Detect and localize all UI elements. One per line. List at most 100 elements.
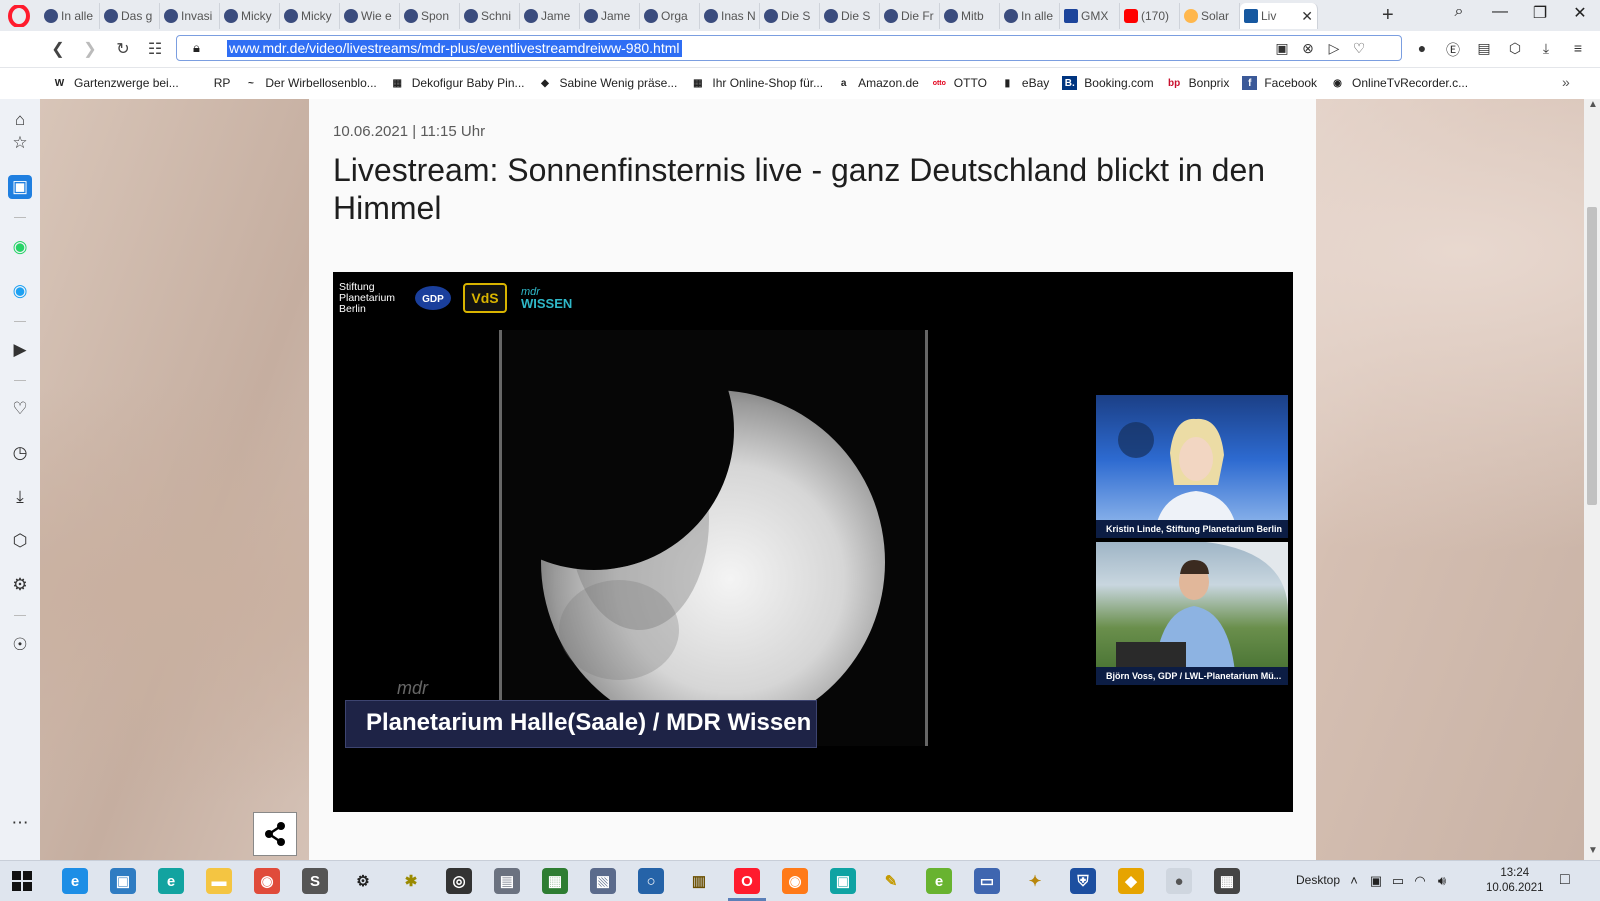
player-icon[interactable]: ▶︎ [8,338,32,362]
easy-setup-menu-icon[interactable]: ≡ [1568,40,1588,56]
address-bar[interactable]: 🔒︎ www.mdr.de/video/livestreams/mdr-plus… [176,35,1402,61]
whatsapp-icon[interactable]: ◉ [8,235,32,259]
network-app-icon[interactable]: ▦ [542,868,568,894]
tab[interactable]: In alle [1000,3,1060,29]
scroll-up-arrow-icon[interactable]: ▲ [1588,99,1598,110]
tab[interactable]: Mitb [940,3,1000,29]
settings-gear-icon[interactable]: ⚙ [350,868,376,894]
s-app-icon[interactable]: S [302,868,328,894]
bookmark-item[interactable]: ▦ Dekofigur Baby Pin... [390,76,525,90]
tab[interactable]: Jame [520,3,580,29]
tab[interactable]: Jame [580,3,640,29]
tab-active[interactable]: Liv ✕ [1240,3,1318,29]
tab-search-icon[interactable]: ⌕ [1447,3,1471,21]
tab[interactable]: (170) [1120,3,1180,29]
notification-center-icon[interactable]: □ [1560,871,1570,889]
window-app-icon[interactable]: ▤ [494,868,520,894]
lightbulb-icon[interactable]: ☉ [8,633,32,657]
disc-app-icon[interactable]: ● [1166,868,1192,894]
reload-button[interactable]: ↻ [113,39,133,59]
tab[interactable]: Die S [760,3,820,29]
bookmark-item[interactable]: otto OTTO [932,76,987,90]
notes-app-icon[interactable]: ✎ [878,868,904,894]
tab[interactable]: Spon [400,3,460,29]
chrome-icon[interactable]: ◉ [254,868,280,894]
microsoft-store-icon[interactable]: ▦ [1214,868,1240,894]
adblock-icon[interactable]: ⊗ [1299,40,1317,57]
app-window-icon[interactable]: ▣ [110,868,136,894]
tab[interactable]: In alle [40,3,100,29]
send-to-flow-icon[interactable]: ▷ [1325,40,1343,57]
page-scrollbar[interactable]: ▲ ▼ [1584,99,1600,860]
lock-icon[interactable]: 🔒︎ [193,40,200,56]
bookmark-heart-icon[interactable]: ♡ [1350,40,1368,57]
bookmark-item[interactable]: W Gartenzwerge bei... [52,76,179,90]
store-app-icon[interactable]: ▣ [830,868,856,894]
back-button[interactable]: ❮ [48,39,68,59]
tray-overflow-icon[interactable]: ˄ [1346,873,1362,888]
circle-app-icon[interactable]: ○ [638,868,664,894]
system-clock[interactable]: 13:24 10.06.2021 [1486,866,1544,896]
tab[interactable]: Micky [280,3,340,29]
home-icon[interactable]: ⌂ [8,108,32,132]
wifi-icon[interactable]: ◠ [1412,873,1428,889]
bookmark-item[interactable]: f Facebook [1242,76,1317,90]
firefox-icon[interactable]: ◉ [782,868,808,894]
bookmark-item[interactable]: B. Booking.com [1062,76,1154,90]
livestream-video-player[interactable]: Stiftung Planetarium Berlin GDP VdS mdr … [333,272,1293,812]
tab[interactable]: GMX [1060,3,1120,29]
close-window-button[interactable]: ✕ [1568,3,1592,23]
file-explorer-icon[interactable]: ▬ [206,868,232,894]
tools-app-icon[interactable]: ▧ [590,868,616,894]
vpn-app-icon[interactable]: ◆ [1118,868,1144,894]
tray-app-icon[interactable]: ▣ [1368,873,1384,889]
bookmark-item[interactable]: ▦ Ihr Online-Shop für... [690,76,823,90]
new-tab-button[interactable]: + [1382,4,1394,27]
tab[interactable]: Orga [640,3,700,29]
tab[interactable]: Solar [1180,3,1240,29]
speed-dial-grid-icon[interactable]: ☷ [145,39,165,59]
tab[interactable]: Micky [220,3,280,29]
bookmark-item[interactable]: ◆ Sabine Wenig präse... [538,76,677,90]
tab[interactable]: Wie e [340,3,400,29]
snapshot-camera-icon[interactable]: ▣ [1273,40,1291,57]
desktop-toolbar-label[interactable]: Desktop [1296,873,1340,887]
extensions-cube-icon[interactable]: ⬡ [8,529,32,553]
more-dots-icon[interactable]: ⋯ [8,811,32,835]
tab[interactable]: Invasi [160,3,220,29]
minimize-button[interactable]: — [1488,3,1512,21]
wallet-icon[interactable]: ▤ [1474,40,1494,57]
close-tab-icon[interactable]: ✕ [1301,8,1313,25]
tab[interactable]: Das g [100,3,160,29]
green-app-icon[interactable]: e [926,868,952,894]
monitor-app-icon[interactable]: ▭ [974,868,1000,894]
downloads-icon[interactable]: ⤓ [8,485,32,509]
battery-icon[interactable]: ▭ [1390,873,1406,889]
bug-app-icon[interactable]: ✱ [398,868,424,894]
opera-logo-icon[interactable] [8,5,30,27]
forward-button[interactable]: ❯ [80,39,100,59]
scrollbar-thumb[interactable] [1587,207,1597,505]
tab[interactable]: Die S [820,3,880,29]
tab[interactable]: Schni [460,3,520,29]
url-text[interactable]: www.mdr.de/video/livestreams/mdr-plus/ev… [227,40,682,57]
extension-circle-icon[interactable]: ● [1412,40,1432,56]
tab[interactable]: Inas N [700,3,760,29]
restore-button[interactable]: ❐ [1528,3,1552,23]
bookmark-item[interactable]: a Amazon.de [836,76,919,90]
settings-gear-icon[interactable]: ⚙ [8,573,32,597]
bookmark-item[interactable]: ~ Der Wirbellosenblo... [243,76,377,90]
twitter-icon[interactable]: ◉ [8,279,32,303]
share-button[interactable] [253,812,297,856]
edge-browser-icon[interactable]: e [62,868,88,894]
opera-taskbar-icon[interactable]: O [728,868,766,901]
scroll-down-arrow-icon[interactable]: ▼ [1588,845,1598,856]
eye-app-icon[interactable]: ◎ [446,868,472,894]
shield-icon[interactable]: ⛨ [1070,868,1096,894]
bookmark-item[interactable]: bp Bonprix [1167,76,1229,90]
workspace-briefcase-icon[interactable]: ▣ [8,175,32,199]
history-clock-icon[interactable]: ◷ [8,441,32,465]
download-icon[interactable]: ⤓ [1536,40,1556,57]
bookmarks-overflow-icon[interactable]: » [1562,74,1570,90]
volume-icon[interactable]: 🔊︎ [1434,873,1450,889]
